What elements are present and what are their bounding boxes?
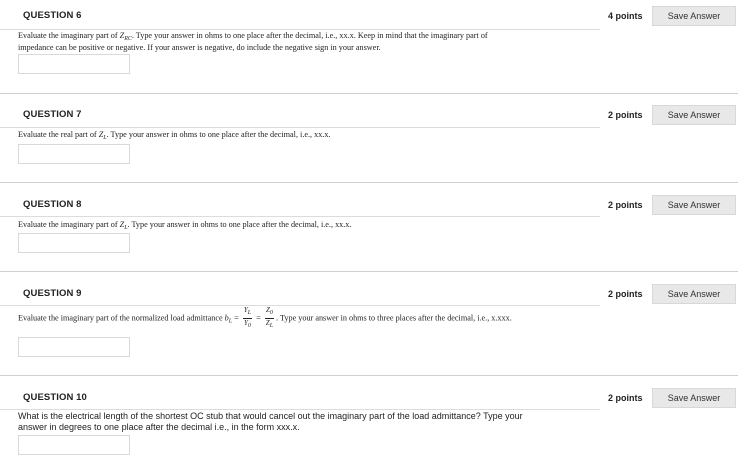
question-separator	[0, 271, 738, 272]
question-prompt: Evaluate the imaginary part of ZL. Type …	[18, 220, 352, 231]
fraction-impedance: Z0 ZL	[264, 306, 275, 329]
save-answer-button[interactable]: Save Answer	[652, 388, 736, 408]
question-separator	[0, 375, 738, 376]
question-title: QUESTION 8	[23, 199, 82, 210]
question-separator	[0, 182, 738, 183]
answer-input[interactable]	[18, 337, 130, 357]
save-answer-button[interactable]: Save Answer	[652, 105, 736, 125]
save-answer-button[interactable]: Save Answer	[652, 284, 736, 304]
question-points: 2 points	[608, 289, 643, 299]
divider	[0, 127, 600, 128]
divider	[0, 216, 600, 217]
question-prompt-line2: answer in degrees to one place after the…	[18, 422, 300, 432]
divider	[0, 409, 600, 410]
question-header: QUESTION 6 4 points Save Answer	[0, 4, 738, 28]
question-prompt: What is the electrical length of the sho…	[18, 411, 523, 421]
question-header: QUESTION 9 2 points Save Answer	[0, 282, 738, 306]
question-prompt: Evaluate the imaginary part of the norma…	[18, 306, 512, 329]
answer-input[interactable]	[18, 144, 130, 164]
question-title: QUESTION 10	[23, 392, 87, 403]
question-separator	[0, 93, 738, 94]
save-answer-button[interactable]: Save Answer	[652, 195, 736, 215]
answer-input[interactable]	[18, 54, 130, 74]
question-points: 2 points	[608, 200, 643, 210]
question-points: 2 points	[608, 393, 643, 403]
answer-input[interactable]	[18, 233, 130, 253]
question-points: 2 points	[608, 110, 643, 120]
question-header: QUESTION 8 2 points Save Answer	[0, 193, 738, 217]
question-prompt-line2: impedance can be positive or negative. I…	[18, 43, 381, 52]
question-header: QUESTION 10 2 points Save Answer	[0, 386, 738, 410]
question-title: QUESTION 9	[23, 288, 82, 299]
save-answer-button[interactable]: Save Answer	[652, 6, 736, 26]
question-prompt: Evaluate the real part of ZL. Type your …	[18, 130, 331, 141]
question-title: QUESTION 7	[23, 109, 82, 120]
question-title: QUESTION 6	[23, 10, 82, 21]
question-header: QUESTION 7 2 points Save Answer	[0, 103, 738, 127]
answer-input[interactable]	[18, 435, 130, 455]
question-points: 4 points	[608, 11, 643, 21]
fraction-admittance: YL Y0	[242, 306, 253, 329]
